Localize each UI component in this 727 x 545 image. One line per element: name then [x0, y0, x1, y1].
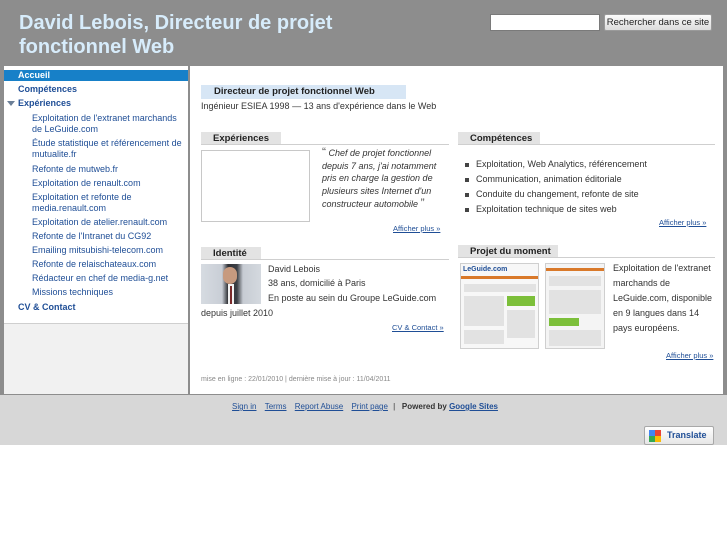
sign-in-link[interactable]: Sign in	[232, 402, 256, 411]
sidebar-subitem[interactable]: Exploitation de atelier.renault.com	[32, 217, 182, 228]
sidebar-subitem[interactable]: Rédacteur en chef de media-g.net	[32, 273, 182, 284]
list-item: Exploitation technique de sites web	[465, 202, 647, 217]
footer-separator: |	[393, 402, 396, 411]
list-item: Exploitation, Web Analytics, référenceme…	[465, 157, 647, 172]
sidebar-subitem[interactable]: Étude statistique et référencement de mu…	[32, 138, 182, 160]
identity-since: depuis juillet 2010	[201, 308, 274, 318]
identity-name: David Lebois	[268, 264, 321, 274]
terms-link[interactable]: Terms	[265, 402, 287, 411]
shot-block	[549, 330, 601, 346]
sidebar-item-cv-contact[interactable]: CV & Contact	[18, 302, 76, 313]
sidebar-item-experiences[interactable]: Expériences	[18, 98, 71, 109]
shot-logo: LeGuide.com	[463, 266, 508, 273]
divider	[458, 144, 715, 145]
sidebar-subitem[interactable]: Refonte de l'Intranet du CG92	[32, 231, 182, 242]
cv-contact-link[interactable]: CV & Contact »	[392, 323, 444, 332]
shot-block	[464, 330, 504, 344]
avatar-tie	[230, 286, 232, 304]
list-item: Communication, animation éditoriale	[465, 172, 647, 187]
shot-block	[464, 284, 536, 292]
sidebar-subitem[interactable]: Exploitation et refonte de media.renault…	[32, 192, 182, 214]
divider	[458, 257, 715, 258]
main-content	[190, 66, 723, 394]
sidebar-subitem[interactable]: Refonte de relaischateaux.com	[32, 259, 182, 270]
sidebar-subitem[interactable]: Exploitation de renault.com	[32, 178, 182, 189]
shot-green	[549, 318, 579, 326]
search-button[interactable]: Rechercher dans ce site	[604, 14, 712, 31]
shot-block	[549, 276, 601, 286]
sidebar-item-competences[interactable]: Compétences	[18, 84, 77, 95]
divider	[201, 259, 449, 260]
sidebar-subitem[interactable]: Exploitation de l'extranet marchands de …	[32, 113, 182, 135]
avatar-face	[223, 267, 237, 284]
google-sites-link[interactable]: Google Sites	[449, 402, 498, 411]
print-page-link[interactable]: Print page	[351, 402, 387, 411]
google-translate-icon	[649, 430, 662, 442]
shot-block	[464, 296, 504, 326]
project-description: Exploitation de l'extranet marchands de …	[613, 263, 713, 333]
shot-block	[549, 290, 601, 314]
powered-by-label: Powered by	[401, 402, 447, 411]
quote-text: Chef de projet fonctionnel depuis 7 ans,…	[322, 148, 437, 209]
project-screenshot-detail[interactable]	[545, 263, 605, 349]
sidebar-footer	[4, 323, 188, 394]
search-input[interactable]	[490, 14, 600, 31]
shot-green	[507, 296, 535, 306]
page-headline: Directeur de projet fonctionnel Web	[201, 85, 406, 99]
shot-bar	[546, 268, 604, 271]
sidebar-item-accueil[interactable]: Accueil	[4, 70, 188, 81]
sidebar-subitem[interactable]: Emailing mitsubishi-telecom.com	[32, 245, 182, 256]
sidebar-subitem[interactable]: Refonte de mutweb.fr	[32, 164, 182, 175]
last-update-info: mise en ligne : 22/01/2010 | dernière mi…	[201, 376, 391, 383]
page-subline: Ingénieur ESIEA 1998 — 13 ans d'expérien…	[201, 101, 437, 111]
project-more-link[interactable]: Afficher plus »	[666, 351, 713, 360]
close-quote-icon: ”	[420, 196, 425, 210]
avatar	[201, 264, 261, 304]
competences-list: Exploitation, Web Analytics, référenceme…	[465, 157, 647, 217]
identity-age: 38 ans, domicilié à Paris	[268, 278, 366, 288]
competences-more-link[interactable]: Afficher plus »	[659, 218, 706, 227]
sidebar-subitem[interactable]: Missions techniques	[32, 287, 182, 298]
experiences-image	[201, 150, 310, 222]
shot-block	[507, 310, 535, 338]
expand-triangle-icon[interactable]	[7, 101, 15, 106]
site-title[interactable]: David Lebois, Directeur de projet foncti…	[19, 11, 339, 59]
open-quote-icon: “	[322, 145, 326, 159]
project-screenshot[interactable]: LeGuide.com	[460, 263, 539, 349]
translate-label: Translate	[667, 430, 707, 440]
footer-links: Sign in Terms Report Abuse Print page | …	[0, 402, 727, 411]
report-abuse-link[interactable]: Report Abuse	[295, 402, 343, 411]
experiences-quote: “ Chef de projet fonctionnel depuis 7 an…	[322, 146, 450, 211]
translate-button[interactable]: Translate	[644, 426, 714, 445]
list-item: Conduite du changement, refonte de site	[465, 187, 647, 202]
shot-bar	[461, 276, 538, 279]
page: David Lebois, Directeur de projet foncti…	[0, 0, 727, 545]
experiences-more-link[interactable]: Afficher plus »	[393, 224, 440, 233]
identity-position: En poste au sein du Groupe LeGuide.com	[268, 293, 437, 303]
